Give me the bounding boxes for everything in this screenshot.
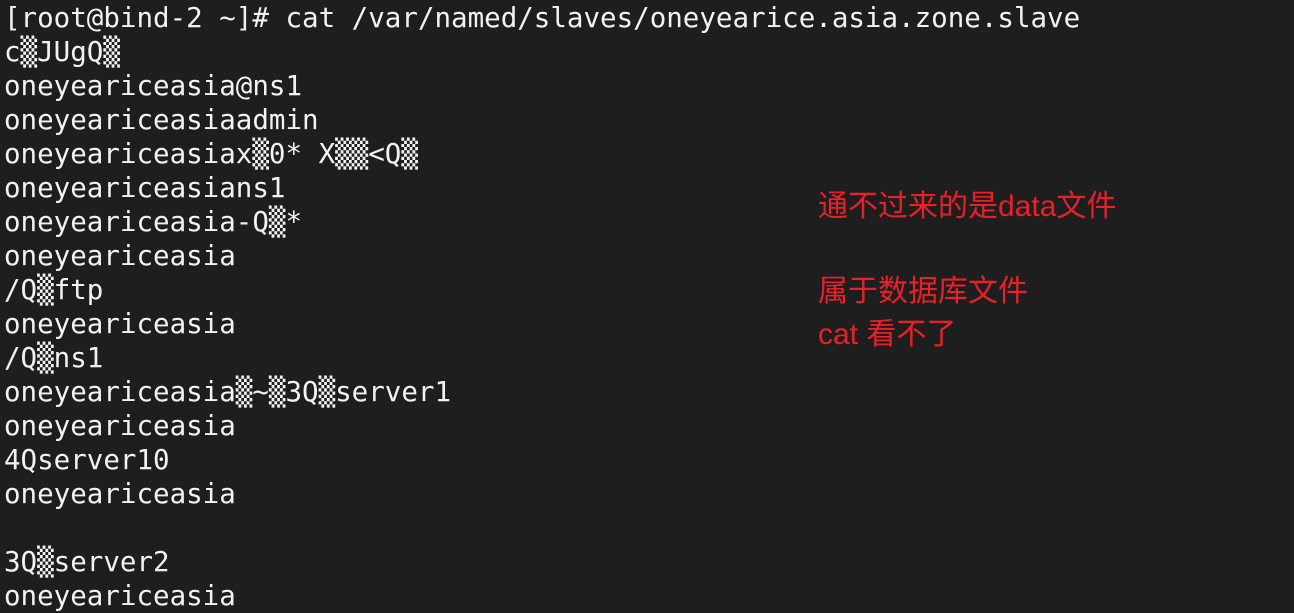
output-line: oneyeariceasia▒~▒3Q▒server1 bbox=[4, 376, 452, 408]
output-line: oneyeariceasia bbox=[4, 580, 236, 612]
output-line: oneyeariceasia bbox=[4, 478, 236, 510]
output-line: oneyeariceasia@ns1 bbox=[4, 70, 303, 102]
annotation-database-file: 属于数据库文件 bbox=[818, 275, 1028, 308]
command-line: [root@bind-2 ~]# cat /var/named/slaves/o… bbox=[4, 2, 1081, 34]
output-line: oneyeariceasiaadmin bbox=[4, 104, 319, 136]
output-line: 3Q▒server2 bbox=[4, 546, 170, 578]
output-line: c▒JUgQ▒ bbox=[4, 36, 120, 68]
output-line: 4Qserver10 bbox=[4, 444, 170, 476]
output-line: oneyeariceasia bbox=[4, 410, 236, 442]
output-line: oneyeariceasiax▒0* X▒▒<Q▒ bbox=[4, 138, 418, 170]
annotation-cat-unreadable: cat 看不了 bbox=[818, 318, 957, 351]
annotation-data-file: 通不过来的是data文件 bbox=[818, 190, 1117, 223]
